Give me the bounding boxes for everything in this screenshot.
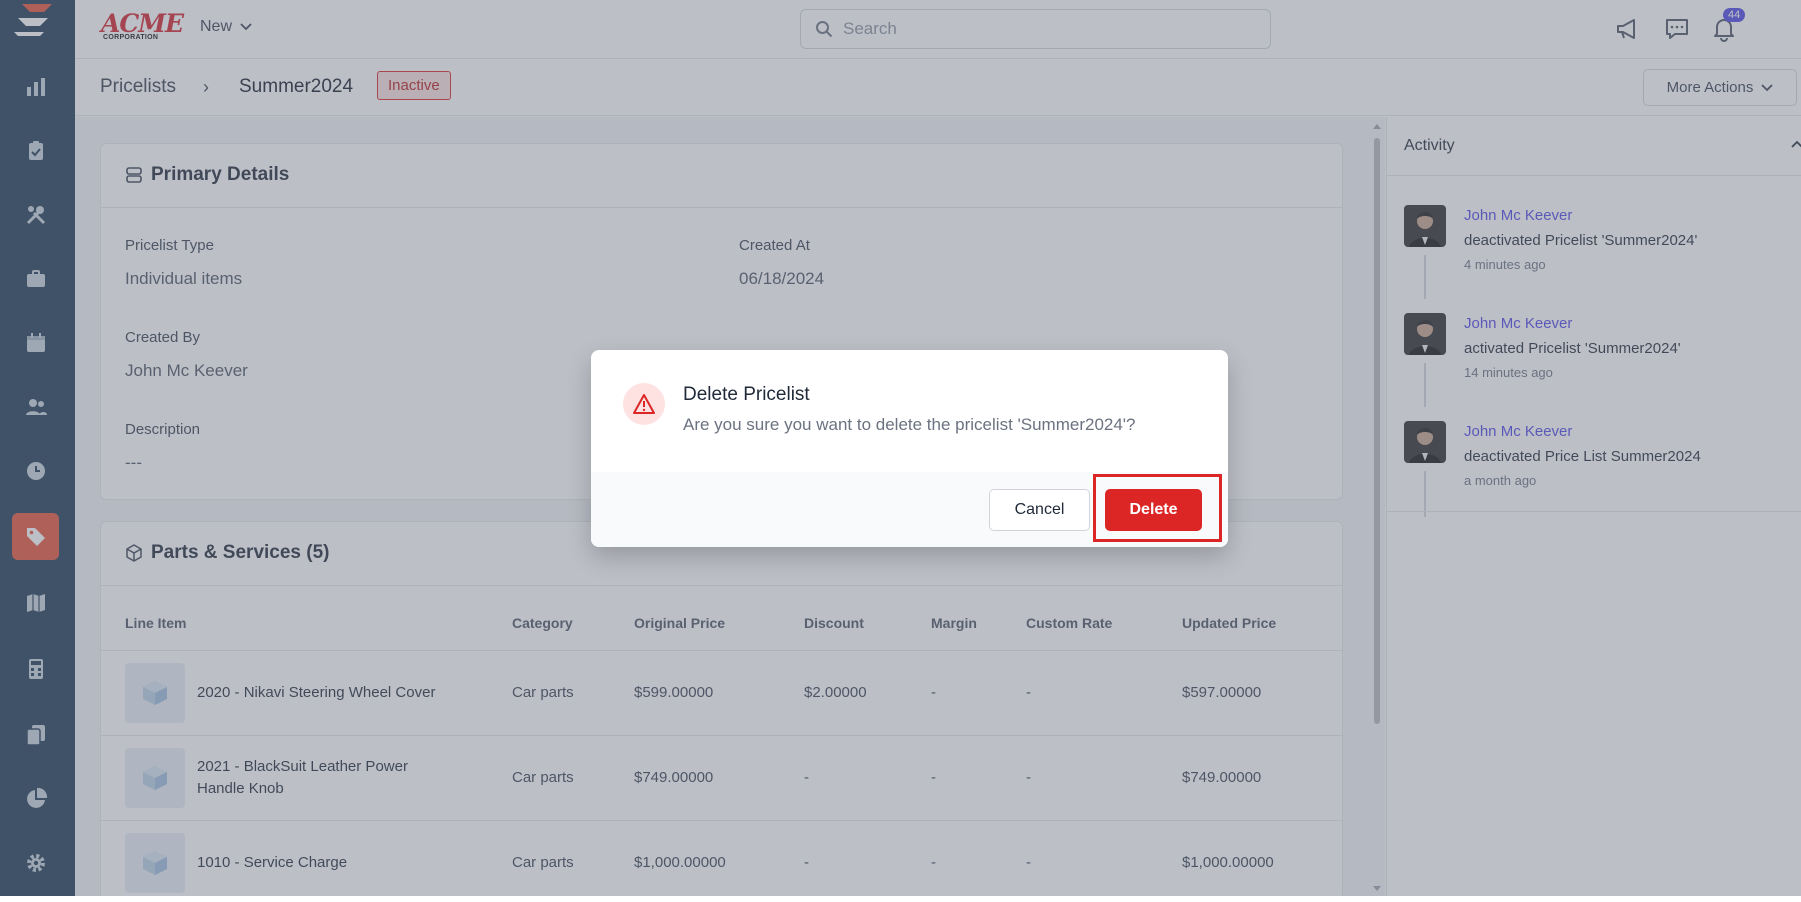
dialog-title: Delete Pricelist [683,384,810,405]
warning-icon [633,394,655,414]
dialog-footer: Cancel Delete [591,472,1228,547]
warning-icon-wrapper [623,383,665,425]
delete-button[interactable]: Delete [1105,489,1202,531]
bottom-strip [0,896,1801,902]
cancel-button[interactable]: Cancel [989,489,1090,531]
delete-pricelist-dialog: Delete Pricelist Are you sure you want t… [591,350,1228,547]
dialog-message: Are you sure you want to delete the pric… [683,415,1136,434]
